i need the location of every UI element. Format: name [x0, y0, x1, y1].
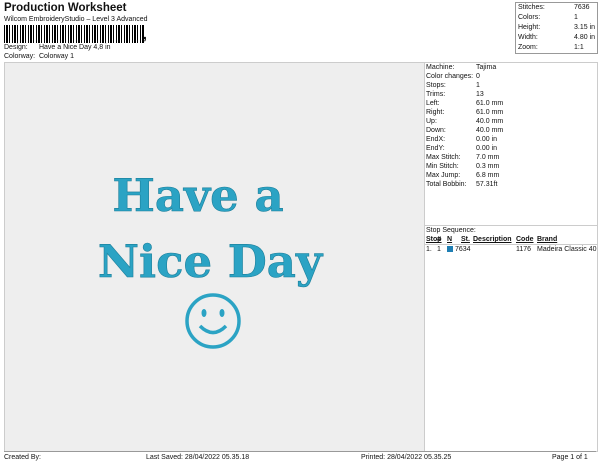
prop-row: Min Stitch: 0.3 mm — [425, 162, 597, 171]
software-subtitle: Wilcom EmbroideryStudio – Level 3 Advanc… — [4, 16, 148, 23]
barcode-mark: , — [143, 26, 147, 42]
preview-line-2: Nice Day — [98, 235, 324, 288]
prop-row: Stops: 1 — [425, 81, 597, 90]
info-panel: Machine: Tajima Color changes: 0 Stops: 1 T… — [424, 62, 598, 452]
prop-label: EndY: — [426, 145, 445, 152]
cell-stop: 1. — [426, 246, 432, 253]
stop-sequence-title: Stop Sequence: — [426, 227, 476, 234]
col-brand: Brand — [537, 236, 558, 243]
created-by: Created By: — [4, 454, 41, 461]
table-row: 1. 1 7634 1176 Madeira Classic 40 — [425, 245, 597, 254]
stat-value: 1:1 — [574, 44, 584, 51]
prop-value: 13 — [476, 91, 484, 98]
stat-row: Zoom: 1:1 — [516, 43, 597, 53]
prop-value: 0 — [476, 73, 480, 80]
prop-label: Up: — [426, 118, 437, 125]
prop-label: Machine: — [426, 64, 455, 71]
prop-row: Right: 61.0 mm — [425, 108, 597, 117]
colorway-row: Colorway: Colorway 1 — [4, 53, 74, 60]
col-stitches: St. — [461, 236, 470, 243]
stat-row: Height: 3.15 in — [516, 23, 597, 33]
prop-value: Tajima — [476, 64, 497, 71]
stop-sequence: Stop Sequence: Stop # N St. Description … — [425, 225, 597, 254]
stop-sequence-columns: Stop # N St. Description Code Brand — [425, 235, 597, 245]
printed: Printed: 28/04/2022 05.35.25 — [361, 454, 452, 461]
prop-row: EndY: 0.00 in — [425, 144, 597, 153]
prop-value: 40.0 mm — [476, 127, 504, 134]
prop-label: Max Stitch: — [426, 154, 461, 161]
prop-label: Down: — [426, 127, 446, 134]
prop-row: Color changes: 0 — [425, 72, 597, 81]
stats-box: Stitches: 7636 Colors: 1 Height: 3.15 in Wi… — [515, 2, 598, 54]
cell-code: 1176 — [516, 246, 532, 253]
prop-label: Right: — [426, 109, 445, 116]
prop-row: Left: 61.0 mm — [425, 99, 597, 108]
prop-value: 61.0 mm — [476, 100, 504, 107]
prop-label: Max Jump: — [426, 172, 461, 179]
smiley-face-icon — [185, 293, 241, 349]
prop-row: Trims: 13 — [425, 90, 597, 99]
col-description: Description — [473, 236, 512, 243]
footer: Created By: Last Saved: 28/04/2022 05.35… — [4, 451, 596, 463]
prop-value: 7.0 mm — [476, 154, 500, 161]
prop-value: 40.0 mm — [476, 118, 504, 125]
col-code: Code — [516, 236, 534, 243]
col-num: # — [437, 236, 441, 243]
prop-value: 0.00 in — [476, 136, 498, 143]
prop-label: Trims: — [426, 91, 446, 98]
colorway-value: Colorway 1 — [38, 53, 74, 60]
prop-value: 1 — [476, 82, 480, 89]
prop-row: Total Bobbin: 57.31ft — [425, 180, 597, 189]
prop-row: Machine: Tajima — [425, 63, 597, 72]
stat-row: Stitches: 7636 — [516, 3, 597, 13]
cell-brand: Madeira Classic 40 — [537, 246, 597, 253]
prop-row: Down: 40.0 mm — [425, 126, 597, 135]
design-value: Have a Nice Day 4,8 in — [38, 44, 111, 51]
prop-value: 0.00 in — [476, 145, 498, 152]
prop-row: Max Stitch: 7.0 mm — [425, 153, 597, 162]
prop-value: 6.8 mm — [476, 172, 500, 179]
prop-label: Left: — [426, 100, 440, 107]
barcode — [4, 25, 144, 43]
design-preview: Have a Nice Day — [4, 62, 425, 452]
stat-value: 1 — [574, 14, 578, 21]
stat-value: 3.15 in — [574, 24, 596, 31]
stat-value: 4.80 in — [574, 34, 596, 41]
design-label: Design: — [4, 44, 28, 51]
prop-label: Total Bobbin: — [426, 181, 467, 188]
worksheet-title: Production Worksheet — [4, 2, 127, 14]
thread-swatch — [447, 246, 453, 252]
stat-label: Stitches: — [518, 4, 545, 11]
prop-value: 0.3 mm — [476, 163, 500, 170]
prop-value: 57.31ft — [476, 181, 498, 188]
colorway-label: Colorway: — [4, 53, 36, 60]
stat-label: Colors: — [518, 14, 541, 21]
stat-row: Colors: 1 — [516, 13, 597, 23]
cell-num: 1 — [437, 246, 441, 253]
stat-label: Height: — [518, 24, 541, 31]
cell-stitches: 7634 — [455, 246, 471, 253]
stat-row: Width: 4.80 in — [516, 33, 597, 43]
last-saved: Last Saved: 28/04/2022 05.35.18 — [146, 454, 250, 461]
stat-value: 7636 — [574, 4, 590, 11]
stat-label: Width: — [518, 34, 538, 41]
preview-line-1: Have a — [112, 169, 283, 222]
design-row: Design: Have a Nice Day 4,8 in — [4, 44, 111, 51]
prop-value: 61.0 mm — [476, 109, 504, 116]
prop-row: Up: 40.0 mm — [425, 117, 597, 126]
page-number: Page 1 of 1 — [552, 454, 588, 461]
prop-label: Color changes: — [426, 73, 474, 80]
prop-row: EndX: 0.00 in — [425, 135, 597, 144]
prop-label: Min Stitch: — [426, 163, 459, 170]
stat-label: Zoom: — [518, 44, 538, 51]
prop-row: Max Jump: 6.8 mm — [425, 171, 597, 180]
col-n: N — [447, 236, 453, 243]
prop-label: EndX: — [426, 136, 446, 143]
prop-label: Stops: — [426, 82, 446, 89]
